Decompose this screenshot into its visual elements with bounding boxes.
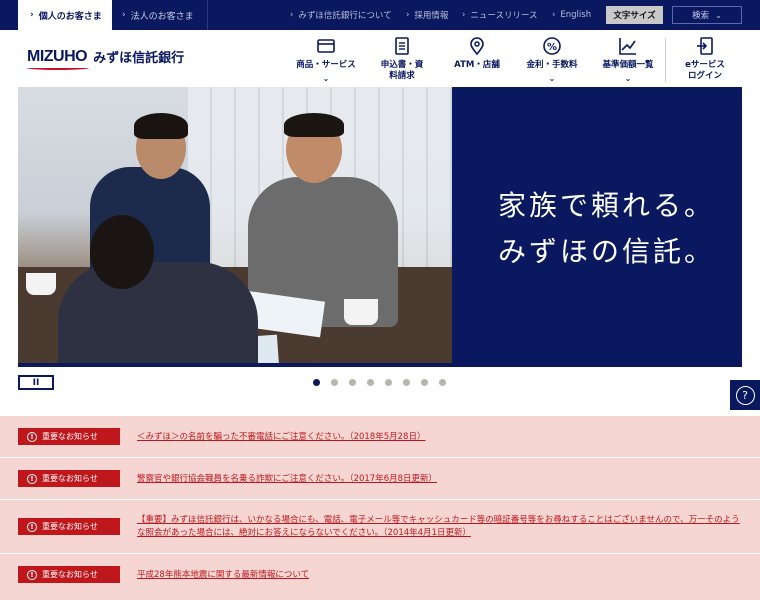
notice-item: ! 重要なお知らせ ＜みずほ＞の名前を騙った不審電話にご注意ください。（2018… xyxy=(0,415,760,457)
nav-atm-label: ATM・店舗 xyxy=(454,60,500,70)
chevron-down-icon: ⌄ xyxy=(715,10,722,20)
notice-badge-label: 重要なお知らせ xyxy=(42,522,98,531)
hero-copy-line2: みずほの信託。 xyxy=(498,235,716,268)
link-news-label: ニュースリリース xyxy=(470,11,538,21)
carousel-dot-1[interactable] xyxy=(313,379,320,386)
nav-rates[interactable]: % 金利・手数料 ⌄ xyxy=(520,30,584,87)
hero-carousel[interactable]: 家族で頼れる。 みずほの信託。 xyxy=(18,87,742,367)
chevron-right-icon: › xyxy=(462,10,466,20)
carousel-dots xyxy=(313,379,446,386)
chevron-right-icon: › xyxy=(290,10,294,20)
notice-badge: ! 重要なお知らせ xyxy=(18,470,120,487)
link-about-label: みずほ信託銀行について xyxy=(298,11,392,21)
carousel-dot-7[interactable] xyxy=(421,379,428,386)
chart-icon xyxy=(619,38,636,55)
notice-badge-label: 重要なお知らせ xyxy=(42,432,98,441)
nav-applications[interactable]: 申込書・資料請求 xyxy=(372,30,432,87)
font-size-button[interactable]: 文字サイズ xyxy=(606,6,663,24)
carousel-dot-5[interactable] xyxy=(385,379,392,386)
link-careers-label: 採用情報 xyxy=(414,11,449,21)
notice-badge-label: 重要なお知らせ xyxy=(42,570,98,579)
notice-badge-label: 重要なお知らせ xyxy=(42,474,98,483)
nav-atm[interactable]: ATM・店舗 xyxy=(446,30,508,87)
carousel-dot-3[interactable] xyxy=(349,379,356,386)
important-notices: ! 重要なお知らせ ＜みずほ＞の名前を騙った不審電話にご注意ください。（2018… xyxy=(0,415,760,600)
nav-products[interactable]: 商品・サービス ⌄ xyxy=(292,30,360,87)
map-pin-icon xyxy=(470,37,484,56)
document-icon xyxy=(395,37,409,55)
carousel-pause-button[interactable]: II xyxy=(18,375,54,390)
notice-badge: ! 重要なお知らせ xyxy=(18,518,120,535)
carousel-dot-6[interactable] xyxy=(403,379,410,386)
carousel-dot-2[interactable] xyxy=(331,379,338,386)
link-careers[interactable]: › 採用情報 xyxy=(406,0,448,30)
nav-nav-prices-label: 基準価額一覧 xyxy=(602,60,654,70)
chevron-down-icon: ⌄ xyxy=(624,74,632,83)
chevron-right-icon: › xyxy=(406,10,410,20)
alert-icon: ! xyxy=(27,521,37,532)
tab-personal-label: 個人のお客さま xyxy=(38,11,102,22)
hero-copy-panel: 家族で頼れる。 みずほの信託。 xyxy=(452,87,742,367)
tab-corporate-label: 法人のお客さま xyxy=(130,11,194,22)
chevron-down-icon: ⌄ xyxy=(322,74,330,83)
tab-personal[interactable]: › 個人のお客さま xyxy=(18,0,112,30)
notice-badge: ! 重要なお知らせ xyxy=(18,428,120,445)
login-icon xyxy=(697,37,713,55)
alert-icon: ! xyxy=(27,473,37,484)
top-utility-bar: › 個人のお客さま › 法人のお客さま › みずほ信託銀行について › 採用情報… xyxy=(0,0,760,30)
notice-link[interactable]: 平成28年熊本地震に関する最新情報について xyxy=(137,569,742,582)
logo-mark: MIZUHO xyxy=(27,48,89,70)
notice-link[interactable]: 【重要】みずほ信託銀行は、いかなる場合にも、電話、電子メール等でキャッシュカード… xyxy=(137,514,742,540)
notice-badge: ! 重要なお知らせ xyxy=(18,566,120,583)
chevron-right-icon: › xyxy=(122,10,126,20)
carousel-dot-4[interactable] xyxy=(367,379,374,386)
nav-nav-prices[interactable]: 基準価額一覧 ⌄ xyxy=(596,30,660,87)
alert-icon: ! xyxy=(27,569,37,580)
question-icon: ? xyxy=(735,385,755,405)
notice-link[interactable]: ＜みずほ＞の名前を騙った不審電話にご注意ください。（2018年5月28日） xyxy=(137,431,742,444)
notice-item: ! 重要なお知らせ 【重要】みずほ信託銀行は、いかなる場合にも、電話、電子メール… xyxy=(0,499,760,553)
notice-link[interactable]: 警察官や銀行協会職員を名乗る詐欺にご注意ください。（2017年6月8日更新） xyxy=(137,473,742,486)
logo[interactable]: MIZUHO みずほ信託銀行 xyxy=(27,47,185,70)
alert-icon: ! xyxy=(27,431,37,442)
percent-icon: % xyxy=(543,37,561,55)
hero-copy-line1: 家族で頼れる。 xyxy=(498,189,716,222)
search-label: 検索 xyxy=(692,11,710,21)
nav-eservice-login[interactable]: eサービスログイン xyxy=(676,30,734,87)
pause-icon: II xyxy=(32,377,40,388)
card-icon xyxy=(317,39,335,53)
nav-applications-label: 申込書・資料請求 xyxy=(380,60,424,81)
nav-rates-label: 金利・手数料 xyxy=(526,60,578,70)
tab-corporate[interactable]: › 法人のお客さま xyxy=(112,0,208,30)
link-english-label: English xyxy=(560,10,592,20)
link-english[interactable]: › English xyxy=(552,0,591,30)
chevron-right-icon: › xyxy=(30,10,34,20)
hero-copy: 家族で頼れる。 みずほの信託。 xyxy=(498,183,715,275)
chevron-down-icon: ⌄ xyxy=(548,74,556,83)
logo-text: みずほ信託銀行 xyxy=(93,51,185,66)
nav-divider xyxy=(665,38,666,82)
link-news[interactable]: › ニュースリリース xyxy=(462,0,538,30)
svg-text:%: % xyxy=(547,42,557,53)
help-button[interactable]: ? xyxy=(730,380,760,410)
link-about[interactable]: › みずほ信託銀行について xyxy=(290,0,392,30)
notice-item: ! 重要なお知らせ 平成28年熊本地震に関する最新情報について xyxy=(0,553,760,600)
hero-progress-bar xyxy=(18,363,588,367)
carousel-dot-8[interactable] xyxy=(439,379,446,386)
font-size-label: 文字サイズ xyxy=(613,11,656,21)
nav-products-label: 商品・サービス xyxy=(296,60,356,70)
notice-item: ! 重要なお知らせ 警察官や銀行協会職員を名乗る詐欺にご注意ください。（2017… xyxy=(0,457,760,499)
chevron-right-icon: › xyxy=(552,10,556,20)
nav-eservice-login-label: eサービスログイン xyxy=(685,60,725,81)
hero-photo xyxy=(18,87,452,367)
search-button[interactable]: 検索 ⌄ xyxy=(672,6,742,24)
